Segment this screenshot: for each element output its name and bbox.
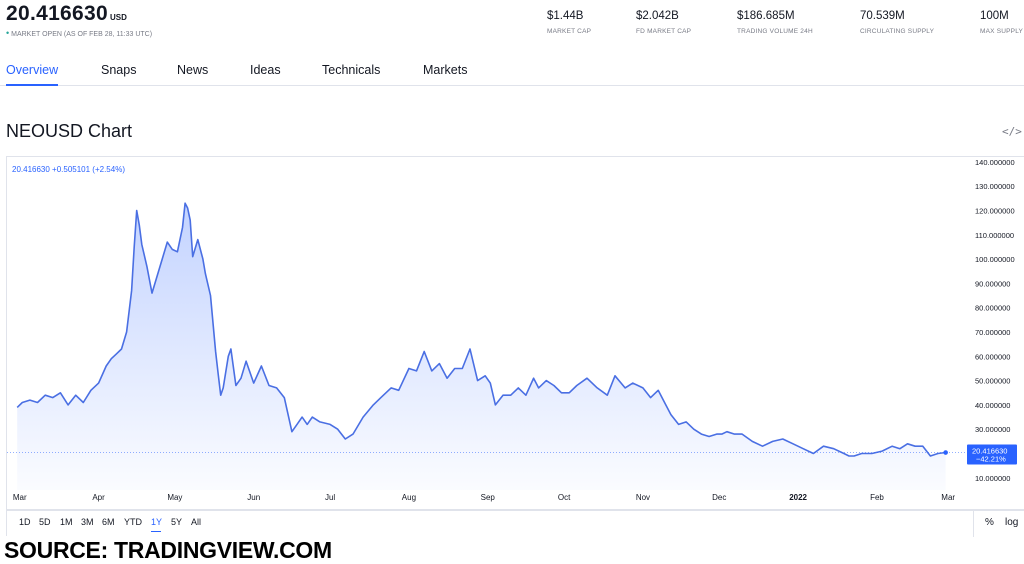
y-tick-label: 130.000000 [975,182,1015,191]
range-1d-button[interactable]: 1D [19,517,31,527]
y-tick-label: 30.000000 [975,425,1010,434]
range-1m-button[interactable]: 1M [60,517,73,527]
source-caption: SOURCE: TRADINGVIEW.COM [4,537,332,563]
log-scale-button[interactable]: log [1005,517,1018,528]
last-value-point [943,450,948,455]
x-tick-label: Sep [481,493,496,502]
y-tick-label: 50.000000 [975,377,1010,386]
x-tick-label: Apr [92,493,105,502]
x-tick-label: 2022 [789,493,807,502]
y-tick-label: 140.000000 [975,158,1015,167]
y-tick-label: 40.000000 [975,401,1010,410]
x-tick-label: Feb [870,493,884,502]
range-all-button[interactable]: All [191,517,201,527]
x-tick-label: May [167,493,182,502]
range-bar: 1D 5D 1M 3M 6M YTD 1Y 5Y All % log [6,510,1024,537]
chart-legend: 20.416630 +0.505101 (+2.54%) [12,165,125,174]
y-tick-label: 10.000000 [975,474,1010,483]
range-5y-button[interactable]: 5Y [171,517,182,527]
range-ytd-button[interactable]: YTD [124,517,142,527]
percent-scale-button[interactable]: % [985,517,994,528]
x-tick-label: Dec [712,493,726,502]
x-tick-label: Jul [325,493,335,502]
active-range-indicator [151,531,161,532]
x-tick-label: Mar [941,493,955,502]
x-tick-label: Oct [558,493,571,502]
x-tick-label: Jun [247,493,260,502]
x-tick-label: Mar [13,493,27,502]
x-tick-label: Aug [402,493,416,502]
y-tick-label: 90.000000 [975,279,1010,288]
price-chart[interactable]: 140.000000 130.000000 120.000000 110.000000… [0,0,1024,510]
range-3m-button[interactable]: 3M [81,517,94,527]
y-tick-label: 110.000000 [975,231,1014,240]
y-tick-label: 60.000000 [975,352,1010,361]
x-tick-label: Nov [636,493,650,502]
scale-divider [973,511,974,537]
series-area [17,203,946,490]
price-badge-change: −42.21% [976,455,1006,464]
range-6m-button[interactable]: 6M [102,517,115,527]
y-tick-label: 80.000000 [975,304,1010,313]
y-tick-label: 70.000000 [975,328,1010,337]
y-tick-label: 120.000000 [975,206,1015,215]
range-5d-button[interactable]: 5D [39,517,51,527]
range-1y-button[interactable]: 1Y [151,517,162,527]
y-tick-label: 100.000000 [975,255,1015,264]
